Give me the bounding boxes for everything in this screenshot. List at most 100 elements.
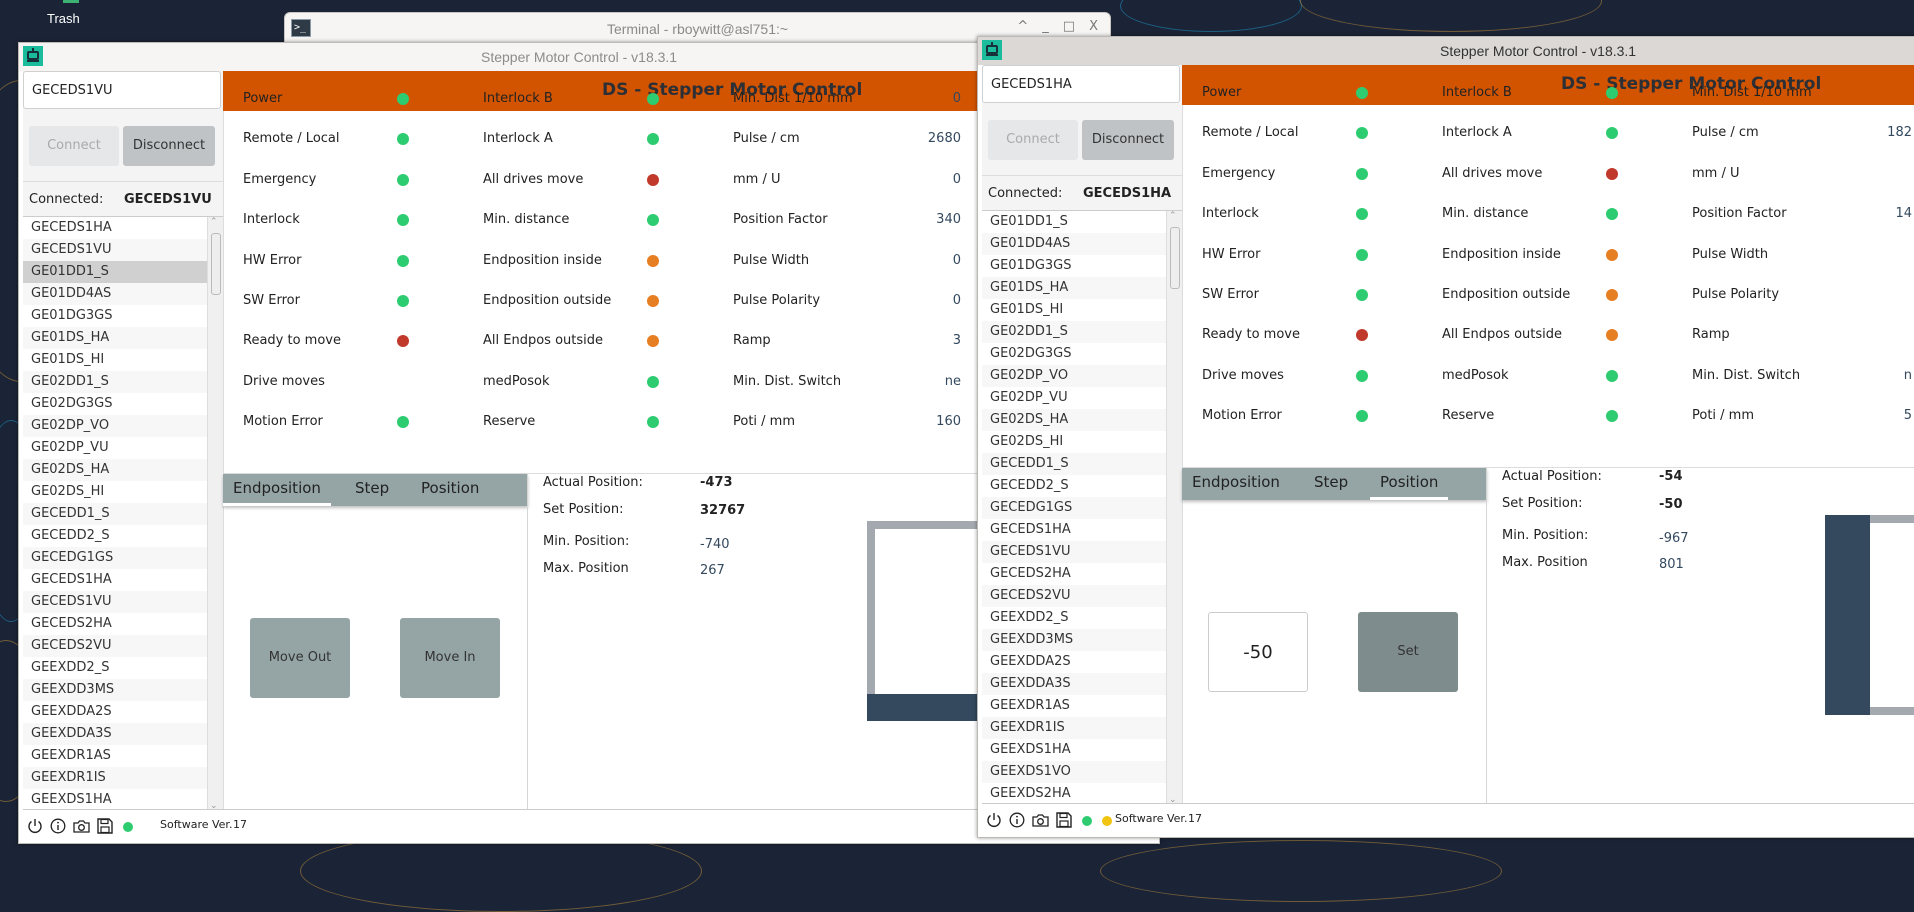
- tab-endposition[interactable]: Endposition: [1182, 473, 1290, 500]
- device-list-item[interactable]: GECEDS1HA: [23, 217, 207, 239]
- close-button[interactable]: X: [1089, 19, 1098, 34]
- device-list-item[interactable]: GEEXDD2_S: [23, 657, 207, 679]
- device-list-item[interactable]: GE02DS_HI: [982, 431, 1166, 453]
- set-button[interactable]: Set: [1358, 612, 1458, 692]
- set-position-value: 32767: [700, 503, 746, 518]
- device-list-item[interactable]: GE01DS_HI: [982, 299, 1166, 321]
- trash-icon[interactable]: [63, 0, 79, 3]
- device-list[interactable]: GE01DD1_S GE01DD4AS GE01DG3GS GE01DS_HA GE01…: [982, 210, 1182, 805]
- device-list-item[interactable]: GECEDG1GS: [982, 497, 1166, 519]
- device-list-item[interactable]: GEEXDR1IS: [982, 717, 1166, 739]
- stepper-window-right[interactable]: Stepper Motor Control - v18.3.1 GECEDS1H…: [977, 36, 1914, 838]
- power-icon[interactable]: [27, 818, 43, 834]
- device-list-item[interactable]: GE02DS_HI: [23, 481, 207, 503]
- device-list-item[interactable]: GE01DD4AS: [23, 283, 207, 305]
- device-list-item[interactable]: GEEXDS1HA: [982, 739, 1166, 761]
- device-list-item[interactable]: GEEXDD3MS: [982, 629, 1166, 651]
- device-list-item[interactable]: GEEXDDA2S: [982, 651, 1166, 673]
- device-list-item[interactable]: GECEDS1HA: [23, 569, 207, 591]
- connect-button[interactable]: Connect: [988, 120, 1078, 160]
- info-icon[interactable]: [1009, 812, 1025, 828]
- save-icon[interactable]: [1056, 812, 1072, 828]
- device-combobox[interactable]: GECEDS1VU: [23, 71, 221, 109]
- device-list-item[interactable]: GECEDS1VU: [23, 591, 207, 613]
- camera-icon[interactable]: [1032, 812, 1049, 828]
- device-list-item[interactable]: GECEDS1VU: [982, 541, 1166, 563]
- device-list-item[interactable]: GECEDS2HA: [23, 613, 207, 635]
- device-list-item[interactable]: GE01DD4AS: [982, 233, 1166, 255]
- maximize-button[interactable]: □: [1063, 19, 1075, 34]
- device-list-item[interactable]: GE01DD1_S: [982, 211, 1166, 233]
- device-list-item[interactable]: GEEXDD2_S: [982, 607, 1166, 629]
- device-list-item[interactable]: GEEXDDA2S: [23, 701, 207, 723]
- device-list-item[interactable]: GECEDD2_S: [23, 525, 207, 547]
- status-label: Ready to move: [1202, 327, 1300, 343]
- move-in-button[interactable]: Move In: [400, 618, 500, 698]
- device-list-item[interactable]: GE01DS_HI: [23, 349, 207, 371]
- tab-step[interactable]: Step: [1304, 473, 1358, 500]
- device-list-item[interactable]: GE02DS_HA: [23, 459, 207, 481]
- shade-button[interactable]: ^: [1017, 19, 1028, 34]
- device-list-item[interactable]: GEEXDDA3S: [23, 723, 207, 745]
- device-list-item[interactable]: GEEXDR1AS: [982, 695, 1166, 717]
- device-list-item[interactable]: GE02DD1_S: [982, 321, 1166, 343]
- device-list-item[interactable]: GE02DP_VU: [982, 387, 1166, 409]
- device-list-item[interactable]: GE02DP_VO: [982, 365, 1166, 387]
- status-label: Interlock: [1202, 206, 1259, 222]
- device-list-item[interactable]: GECEDS2VU: [23, 635, 207, 657]
- move-out-button[interactable]: Move Out: [250, 618, 350, 698]
- scrollbar[interactable]: ⌃ ⌄: [1166, 211, 1182, 805]
- device-list[interactable]: GECEDS1HA GECEDS1VU GE01DD1_S GE01DD4AS GE01…: [23, 216, 223, 811]
- device-list-item[interactable]: GEEXDR1AS: [23, 745, 207, 767]
- status-label: Motion Error: [243, 414, 323, 430]
- info-icon[interactable]: [50, 818, 66, 834]
- disconnect-button[interactable]: Disconnect: [123, 126, 215, 166]
- device-list-item[interactable]: GEEXDDA3S: [982, 673, 1166, 695]
- device-list-item[interactable]: GE02DP_VU: [23, 437, 207, 459]
- device-list-item[interactable]: GE02DD1_S: [23, 371, 207, 393]
- set-position-input[interactable]: -50: [1208, 612, 1308, 692]
- device-list-item[interactable]: GE01DS_HA: [23, 327, 207, 349]
- scrollbar[interactable]: ⌃ ⌄: [207, 217, 223, 811]
- trash-label[interactable]: Trash: [47, 11, 80, 26]
- device-list-item[interactable]: GEEXDS2HA: [982, 783, 1166, 805]
- device-combobox[interactable]: GECEDS1HA: [982, 65, 1180, 103]
- title-bar[interactable]: Stepper Motor Control - v18.3.1: [978, 37, 1914, 65]
- scroll-up-icon[interactable]: ⌃: [1169, 211, 1177, 221]
- device-list-item[interactable]: GE01DD1_S: [23, 261, 207, 283]
- device-list-item[interactable]: GE01DS_HA: [982, 277, 1166, 299]
- device-list-item[interactable]: GEEXDR1IS: [23, 767, 207, 789]
- tab-endposition[interactable]: Endposition: [223, 479, 331, 506]
- status-label: Motion Error: [1202, 408, 1282, 424]
- scrollbar-thumb[interactable]: [1170, 227, 1180, 289]
- device-list-item[interactable]: GECEDS2HA: [982, 563, 1166, 585]
- scrollbar-thumb[interactable]: [211, 233, 221, 295]
- connect-button[interactable]: Connect: [29, 126, 119, 166]
- minimize-button[interactable]: _: [1042, 19, 1049, 34]
- power-icon[interactable]: [986, 812, 1002, 828]
- device-list-item[interactable]: GECEDD1_S: [23, 503, 207, 525]
- camera-icon[interactable]: [73, 818, 90, 834]
- device-list-item[interactable]: GE02DP_VO: [23, 415, 207, 437]
- save-icon[interactable]: [97, 818, 113, 834]
- tab-step[interactable]: Step: [345, 479, 399, 506]
- device-list-item[interactable]: GE02DS_HA: [982, 409, 1166, 431]
- device-list-item[interactable]: GECEDS1HA: [982, 519, 1166, 541]
- device-list-item[interactable]: GECEDD2_S: [982, 475, 1166, 497]
- tab-position[interactable]: Position: [1370, 473, 1449, 500]
- device-list-item[interactable]: GEEXDS1VO: [982, 761, 1166, 783]
- device-list-item[interactable]: GECEDS1VU: [23, 239, 207, 261]
- device-list-item[interactable]: GEEXDD3MS: [23, 679, 207, 701]
- device-list-item[interactable]: GE01DG3GS: [23, 305, 207, 327]
- device-list-item[interactable]: GEEXDS1HA: [23, 789, 207, 811]
- device-list-item[interactable]: GE01DG3GS: [982, 255, 1166, 277]
- status-bar: Software Ver. 17: [982, 803, 1914, 836]
- device-list-item[interactable]: GE02DG3GS: [982, 343, 1166, 365]
- device-list-item[interactable]: GECEDD1_S: [982, 453, 1166, 475]
- scroll-up-icon[interactable]: ⌃: [210, 217, 218, 227]
- tab-position[interactable]: Position: [411, 479, 489, 506]
- device-list-item[interactable]: GECEDS2VU: [982, 585, 1166, 607]
- disconnect-button[interactable]: Disconnect: [1082, 120, 1174, 160]
- device-list-item[interactable]: GE02DG3GS: [23, 393, 207, 415]
- device-list-item[interactable]: GECEDG1GS: [23, 547, 207, 569]
